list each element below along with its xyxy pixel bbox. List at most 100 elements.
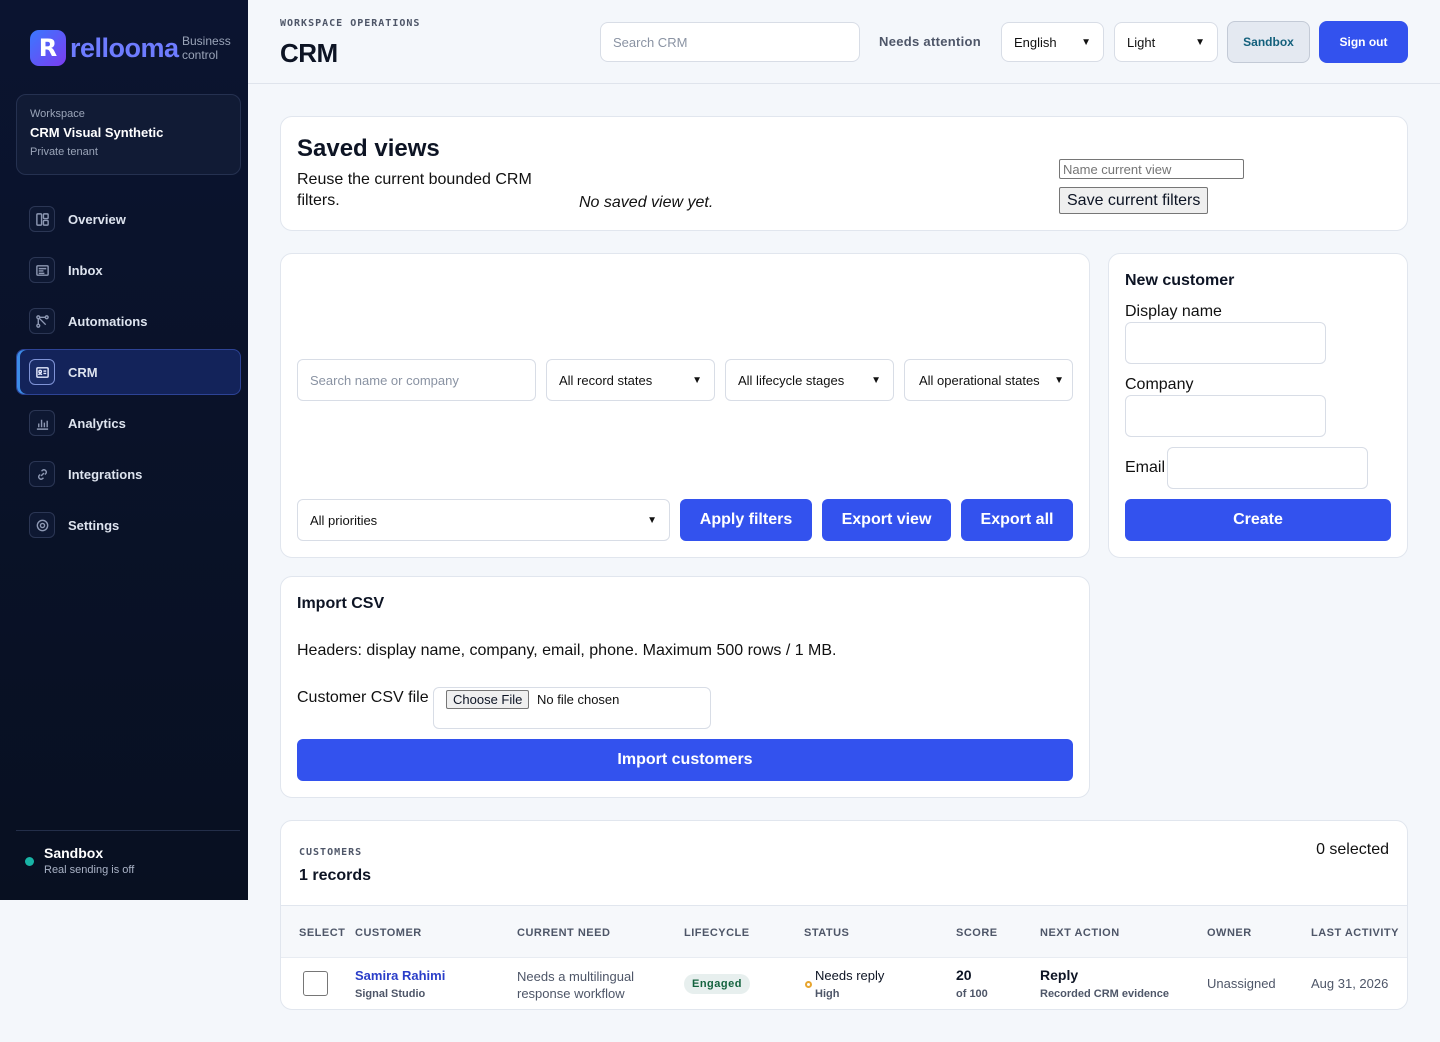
company-input[interactable] <box>1125 395 1326 437</box>
column-header: SELECT <box>299 927 346 939</box>
owner: Unassigned <box>1207 976 1276 991</box>
sandbox-status-title: Sandbox <box>44 845 104 861</box>
save-current-filters-button[interactable]: Save current filters <box>1059 187 1209 214</box>
sandbox-button[interactable]: Sandbox <box>1227 21 1310 63</box>
import-csv-card: Import CSV Headers: display name, compan… <box>280 576 1090 798</box>
last-activity: Aug 31, 2026 <box>1311 976 1389 991</box>
settings-icon <box>29 512 55 538</box>
workspace-switcher[interactable]: Workspace CRM Visual Synthetic Private t… <box>16 94 241 175</box>
column-header: OWNER <box>1207 927 1252 939</box>
column-header: LIFECYCLE <box>684 927 750 939</box>
chevron-down-icon: ▼ <box>1081 36 1091 48</box>
sidebar-item-analytics[interactable]: Analytics <box>16 400 241 446</box>
brand-name: rellooma <box>70 32 179 63</box>
import-csv-description: Headers: display name, company, email, p… <box>297 642 837 659</box>
operational-state-select[interactable]: All operational states ▼ <box>904 359 1073 401</box>
overview-icon <box>29 206 55 232</box>
priority-select[interactable]: All priorities ▼ <box>297 499 670 541</box>
choose-file-button[interactable]: Choose File <box>446 690 530 709</box>
email-label: Email <box>1125 459 1166 476</box>
record-state-select[interactable]: All record states ▼ <box>546 359 715 401</box>
sandbox-status: Sandbox Real sending is off <box>25 845 134 876</box>
next-action[interactable]: Reply <box>1040 967 1078 983</box>
sidebar-item-label: Analytics <box>68 415 126 431</box>
company-label: Company <box>1125 376 1194 393</box>
sidebar-item-crm[interactable]: CRM <box>16 349 241 395</box>
current-need: Needs a multilingual response workflow <box>517 969 635 1001</box>
import-customers-button[interactable]: Import customers <box>297 739 1073 781</box>
table-header: SELECT CUSTOMER CURRENT NEED LIFECYCLE S… <box>281 905 1407 958</box>
priority-text: High <box>815 988 840 1000</box>
inbox-icon <box>29 257 55 283</box>
top-header: WORKSPACE OPERATIONS CRM Needs attention… <box>248 0 1440 84</box>
column-header: CURRENT NEED <box>517 927 611 939</box>
sign-out-button[interactable]: Sign out <box>1319 21 1408 63</box>
status-dot-icon <box>805 981 812 988</box>
customer-search-input[interactable] <box>297 359 536 401</box>
chevron-down-icon: ▼ <box>1195 36 1205 48</box>
theme-select[interactable]: Light ▼ <box>1114 22 1218 62</box>
display-name-label: Display name <box>1125 303 1222 320</box>
customers-count: 1 records <box>299 867 372 884</box>
sidebar-item-automations[interactable]: Automations <box>16 298 241 344</box>
page-title: CRM <box>280 38 338 68</box>
lifecycle-select[interactable]: All lifecycle stages ▼ <box>725 359 894 401</box>
saved-views-title: Saved views <box>297 135 440 162</box>
sidebar-item-settings[interactable]: Settings <box>16 502 241 548</box>
header-eyebrow: WORKSPACE OPERATIONS <box>280 18 421 29</box>
apply-filters-button[interactable]: Apply filters <box>680 499 812 541</box>
automations-icon <box>29 308 55 334</box>
export-view-button[interactable]: Export view <box>822 499 951 541</box>
record-state-value: All record states <box>559 372 653 388</box>
row-select-checkbox[interactable] <box>303 971 328 996</box>
view-name-input[interactable] <box>1059 159 1244 179</box>
sidebar-item-integrations[interactable]: Integrations <box>16 451 241 497</box>
saved-views-description: Reuse the current bounded CRM filters. <box>297 171 532 209</box>
display-name-input[interactable] <box>1125 322 1326 364</box>
customers-eyebrow: CUSTOMERS <box>299 847 363 858</box>
column-header[interactable]: CUSTOMER <box>355 927 422 939</box>
chevron-down-icon: ▼ <box>871 374 881 386</box>
next-action-sub: Recorded CRM evidence <box>1040 988 1169 1000</box>
needs-attention-link[interactable]: Needs attention <box>879 34 981 49</box>
status-dot-icon <box>25 857 34 866</box>
sidebar-item-label: Overview <box>68 211 126 227</box>
column-header: NEXT ACTION <box>1040 927 1120 939</box>
crm-icon <box>29 359 55 385</box>
integrations-icon <box>29 461 55 487</box>
export-all-button[interactable]: Export all <box>961 499 1073 541</box>
file-status: No file chosen <box>537 692 620 707</box>
crm-search-input[interactable] <box>600 22 860 62</box>
operational-state-value: All operational states <box>919 372 1040 388</box>
email-input[interactable] <box>1167 447 1368 489</box>
sidebar: R rellooma Business control Workspace CR… <box>0 0 248 900</box>
brand-logo[interactable]: R rellooma <box>30 30 179 66</box>
theme-value: Light <box>1127 34 1156 50</box>
chevron-down-icon: ▼ <box>647 514 657 526</box>
brand-tagline: Business control <box>182 34 231 62</box>
column-header: SCORE <box>956 927 998 939</box>
filters-card: All record states ▼ All lifecycle stages… <box>280 253 1090 558</box>
chevron-down-icon: ▼ <box>692 374 702 386</box>
create-customer-button[interactable]: Create <box>1125 499 1391 541</box>
selected-count: 0 selected <box>1316 841 1389 858</box>
sidebar-item-label: Inbox <box>68 262 103 278</box>
sidebar-item-inbox[interactable]: Inbox <box>16 247 241 293</box>
new-customer-card: New customer Display name Company Email … <box>1108 253 1408 558</box>
language-select[interactable]: English ▼ <box>1001 22 1104 62</box>
sidebar-item-overview[interactable]: Overview <box>16 196 241 242</box>
sandbox-status-sub: Real sending is off <box>44 864 135 876</box>
sidebar-item-label: Settings <box>68 517 120 533</box>
workspace-label: Workspace <box>30 108 85 120</box>
sidebar-item-label: Integrations <box>68 466 143 482</box>
brand-mark-icon: R <box>30 30 66 66</box>
new-customer-title: New customer <box>1125 272 1235 289</box>
saved-views-card: Saved views Reuse the current bounded CR… <box>280 116 1408 231</box>
column-header: LAST ACTIVITY <box>1311 927 1399 939</box>
customer-name-link[interactable]: Samira Rahimi <box>355 968 445 983</box>
csv-file-input[interactable]: Choose File No file chosen <box>433 687 711 729</box>
sidebar-item-label: CRM <box>68 364 98 380</box>
sidebar-nav: Overview Inbox Automations CRM Analytics <box>16 196 241 553</box>
customers-card: CUSTOMERS 1 records 0 selected SELECT CU… <box>280 820 1408 1010</box>
chevron-down-icon: ▼ <box>1054 374 1064 386</box>
